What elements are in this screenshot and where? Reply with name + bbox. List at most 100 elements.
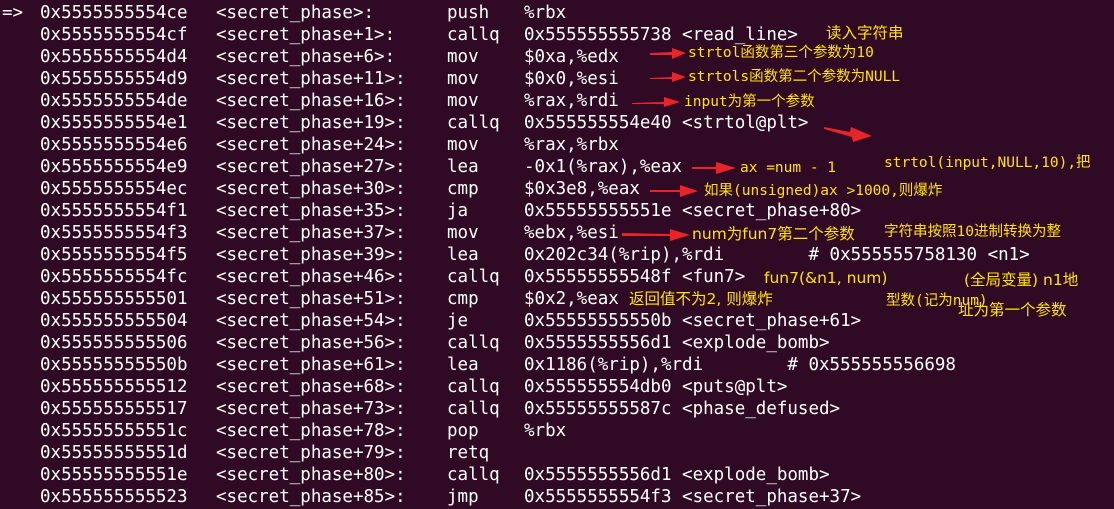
note-fun7-call: fun7(&n1, num) (764, 269, 888, 287)
instruction-address: 0x555555555501 (40, 289, 188, 309)
instruction-operands: $0x0,%esi (524, 69, 619, 89)
instruction-symbol: <secret_phase+61>: (216, 355, 406, 375)
note-first-param: input为第一个参数 (684, 94, 815, 110)
instruction-address: 0x555555555517 (40, 399, 188, 419)
instruction-symbol: <secret_phase+80>: (216, 465, 406, 485)
note-explode-if: 如果(unsigned)ax >1000,则爆炸 (704, 183, 943, 199)
instruction-address: 0x5555555554ce (40, 3, 188, 23)
instruction-opcode: lea (447, 245, 479, 265)
instruction-symbol: <secret_phase+85>: (216, 487, 406, 507)
instruction-operands: 0x55555555548f <fun7> (524, 267, 746, 287)
current-instruction-marker: => (2, 3, 24, 23)
arrow-icon (824, 127, 872, 142)
instruction-address: 0x55555555551e (40, 465, 188, 485)
instruction-symbol: <secret_phase+24>: (216, 135, 406, 155)
instruction-operands: %rax,%rdi (524, 91, 619, 111)
instruction-opcode: mov (447, 223, 479, 243)
instruction-symbol: <secret_phase+46>: (216, 267, 406, 287)
note-strtol-line-2: 字符串按照10进制转换为整 (884, 224, 1061, 240)
instruction-symbol: <secret_phase+11>: (216, 69, 406, 89)
instruction-symbol: <secret_phase+1>: (216, 25, 396, 45)
instruction-operands: 0x5555555556d1 <explode_bomb> (524, 465, 830, 485)
instruction-opcode: jmp (447, 487, 479, 507)
instruction-opcode: callq (447, 399, 500, 419)
instruction-operands: 0x555555554db0 <puts@plt> (524, 377, 788, 397)
instruction-operands: 0x555555554e40 <strtol@plt> (524, 113, 809, 133)
instruction-address: 0x5555555554fc (40, 267, 188, 287)
instruction-opcode: lea (447, 355, 479, 375)
instruction-address: 0x5555555554e9 (40, 157, 188, 177)
instruction-symbol: <secret_phase+68>: (216, 377, 406, 397)
instruction-operands: 0x55555555551e <secret_phase+80> (524, 201, 862, 221)
note-global-n1-line-2: 址为第一个参数 (958, 301, 1067, 319)
instruction-opcode: je (447, 311, 469, 331)
instruction-operands: 0x5555555556d1 <explode_bomb> (524, 333, 830, 353)
instruction-opcode: callq (447, 333, 500, 353)
instruction-opcode: callq (447, 267, 500, 287)
instruction-operands: %rax,%rbx (524, 135, 619, 155)
note-fun7-second-param: num为fun7第二个参数 (692, 225, 855, 243)
instruction-address: 0x555555555504 (40, 311, 188, 331)
instruction-operands: $0xa,%edx (524, 47, 619, 67)
instruction-operands: %rbx (524, 3, 567, 23)
instruction-address: 0x555555555506 (40, 333, 188, 353)
arrow-icon (632, 97, 680, 107)
instruction-address: 0x555555555523 (40, 487, 188, 507)
note-strtol-line-1: strtol(input,NULL,10),把 (884, 155, 1091, 171)
instruction-symbol: <secret_phase+30>: (216, 179, 406, 199)
instruction-symbol: <secret_phase+39>: (216, 245, 406, 265)
instruction-opcode: callq (447, 377, 500, 397)
instruction-opcode: mov (447, 69, 479, 89)
instruction-address: 0x5555555554e6 (40, 135, 188, 155)
instruction-operands: $0x3e8,%eax (524, 179, 640, 199)
instruction-address: 0x5555555554f3 (40, 223, 188, 243)
instruction-opcode: callq (447, 113, 500, 133)
instruction-address: 0x55555555551d (40, 443, 188, 463)
arrow-icon (622, 229, 690, 241)
instruction-opcode: cmp (447, 289, 479, 309)
instruction-address: 0x5555555554e1 (40, 113, 188, 133)
instruction-opcode: callq (447, 465, 500, 485)
instruction-operands: %ebx,%esi (524, 223, 619, 243)
instruction-symbol: <secret_phase+78>: (216, 421, 406, 441)
instruction-address: 0x555555555512 (40, 377, 188, 397)
instruction-operands: 0x55555555587c <phase_defused> (524, 399, 841, 419)
instruction-address: 0x5555555554ec (40, 179, 188, 199)
instruction-operands: 0x55555555550b <secret_phase+61> (524, 311, 862, 331)
instruction-address: 0x5555555554d9 (40, 69, 188, 89)
instruction-symbol: <secret_phase+16>: (216, 91, 406, 111)
instruction-symbol: <secret_phase+37>: (216, 223, 406, 243)
instruction-opcode: lea (447, 157, 479, 177)
instruction-operands: 0x5555555554f3 <secret_phase+37> (524, 487, 862, 507)
instruction-operands: -0x1(%rax),%eax (524, 157, 683, 177)
instruction-symbol: <secret_phase+27>: (216, 157, 406, 177)
instruction-symbol: <secret_phase+19>: (216, 113, 406, 133)
instruction-symbol: <secret_phase+35>: (216, 201, 406, 221)
note-read-string: 读入字符串 (826, 24, 904, 42)
note-second-param: strtols函数第二个参数为NULL (688, 69, 901, 85)
arrow-icon (650, 185, 698, 197)
instruction-operands: %rbx (524, 421, 567, 441)
instruction-opcode: mov (447, 135, 479, 155)
note-global-n1-line-1: (全局变量) n1地 (964, 271, 1079, 289)
instruction-address: 0x5555555554de (40, 91, 188, 111)
instruction-address: 0x55555555551c (40, 421, 188, 441)
note-ax-num: ax =num - 1 (740, 160, 837, 176)
arrow-icon (692, 162, 736, 174)
note-return-check: 返回值不为2, 则爆炸 (629, 290, 773, 308)
instruction-address: 0x5555555554cf (40, 25, 188, 45)
instruction-symbol: <secret_phase+79>: (216, 443, 406, 463)
instruction-operands: 0x1186(%rip),%rdi # 0x555555556698 (524, 355, 956, 375)
instruction-symbol: <secret_phase+56>: (216, 333, 406, 353)
instruction-opcode: mov (447, 47, 479, 67)
instruction-address: 0x5555555554d4 (40, 47, 188, 67)
instruction-opcode: push (447, 3, 490, 23)
instruction-opcode: retq (447, 443, 490, 463)
instruction-opcode: cmp (447, 179, 479, 199)
arrow-icon (650, 48, 686, 59)
instruction-address: 0x55555555550b (40, 355, 188, 375)
instruction-symbol: <secret_phase+51>: (216, 289, 406, 309)
instruction-opcode: pop (447, 421, 479, 441)
instruction-symbol: <secret_phase+6>: (216, 47, 396, 67)
instruction-operands: $0x2,%eax (524, 289, 619, 309)
